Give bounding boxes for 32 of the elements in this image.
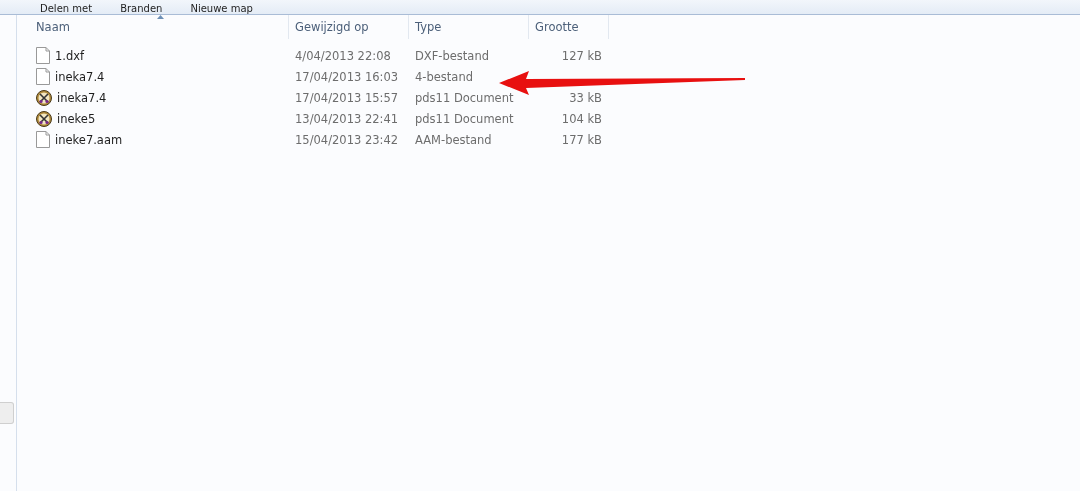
file-name[interactable]: ineke7.aam [55,132,123,147]
column-header[interactable]: Gewijzigd op [289,15,409,39]
toolbar-button[interactable]: Branden [120,3,163,14]
column-header[interactable]: Grootte [529,15,609,39]
type-cell-text: AAM-bestand [414,132,493,147]
toolbar-button[interactable]: Delen met [40,3,93,14]
size-cell: 127 kB [561,48,602,63]
file-name[interactable]: ineka7.4 [55,69,105,84]
date-cell-text: 13/04/2013 22:41 [294,111,400,126]
column-header[interactable]: Naam [34,15,289,39]
type-cell-text: 4-bestand [414,69,474,84]
column-header[interactable]: Type [409,15,529,39]
file-name[interactable]: 1.dxf [55,48,85,63]
type-cell-text: pds11 Document [414,111,515,126]
file-name[interactable]: ineka7.4 [57,90,107,105]
scrollbar-thumb[interactable] [0,402,14,424]
toolbar-button[interactable]: Nieuwe map [190,3,253,14]
date-cell-text: 4/04/2013 22:08 [294,48,392,63]
size-cell: 177 kB [561,132,602,147]
file-icon [36,131,50,148]
date-cell-text: 17/04/2013 15:57 [294,90,400,105]
file-icon [36,68,50,85]
size-cell: 33 kB [569,90,602,105]
date-cell-text: 17/04/2013 16:03 [294,69,400,84]
file-name[interactable]: ineke5 [57,111,96,126]
scissors-icon [36,89,52,106]
size-cell: 104 kB [561,111,602,126]
date-cell-text: 15/04/2013 23:42 [294,132,400,147]
type-cell-text: pds11 Document [414,90,515,105]
scissors-icon [36,110,52,127]
file-icon [36,47,50,64]
type-cell-text: DXF-bestand [414,48,490,63]
